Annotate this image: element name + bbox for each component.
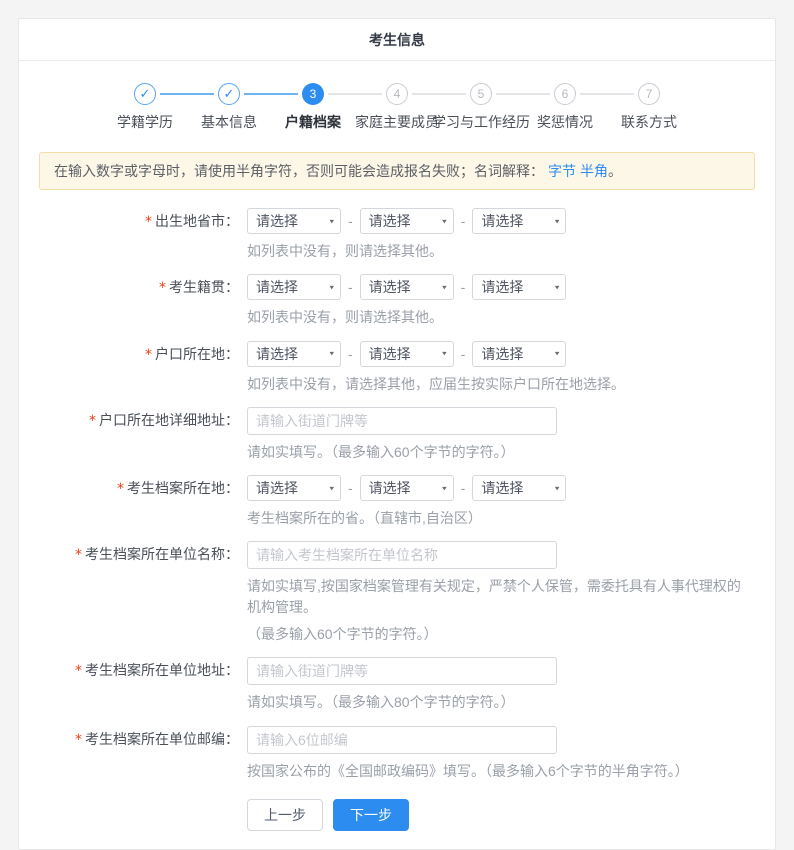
notice-text: 在输入数字或字母时，请使用半角字符，否则可能会造成报名失败；名词解释： [54,163,544,179]
form-row-native-place: *考生籍贯： 请选择▾ - 请选择▾ - 请选择▾ 如列表中没有，则请选择其他。 [19,274,775,327]
hukou-district-select[interactable]: 请选择▾ [472,341,566,367]
next-step-button[interactable]: 下一步 [333,799,409,831]
required-asterisk: * [145,347,152,363]
step-jiangcheng[interactable]: 6 奖惩情况 [523,83,607,132]
form-row-hukou-address: *户口所在地详细地址： 请如实填写。（最多输入60个字节的字符。） [19,407,775,462]
required-asterisk: * [117,481,124,497]
hukou-province-select[interactable]: 请选择▾ [247,341,341,367]
required-asterisk: * [145,214,152,230]
form-row-hukou-location: *户口所在地： 请选择▾ - 请选择▾ - 请选择▾ 如列表中没有，请选择其他，… [19,341,775,394]
native-district-select[interactable]: 请选择▾ [472,274,566,300]
required-asterisk: * [159,280,166,296]
step-jiating-chengyuan[interactable]: 4 家庭主要成员 [355,83,439,132]
chevron-down-icon: ▾ [329,484,334,493]
form-row-archive-location: *考生档案所在地： 请选择▾ - 请选择▾ - 请选择▾ 考生档案所在的省。（直… [19,475,775,528]
chevron-down-icon: ▾ [555,217,560,226]
link-zijie[interactable]: 字节 [548,163,576,179]
field-hint: 如列表中没有，则请选择其他。 [247,307,752,327]
birthplace-city-select[interactable]: 请选择▾ [360,208,454,234]
field-hint: 请如实填写。（最多输入80个字节的字符。） [247,692,752,712]
field-hint: 如列表中没有，请选择其他，应届生按实际户口所在地选择。 [247,374,752,394]
archive-unit-name-input[interactable] [247,541,557,569]
halfwidth-notice-banner: 在输入数字或字母时，请使用半角字符，否则可能会造成报名失败；名词解释：字节半角。 [39,152,755,190]
required-asterisk: * [75,547,82,563]
chevron-down-icon: ▾ [442,484,447,493]
check-icon: ✓ [218,83,240,105]
step-number: 3 [302,83,324,105]
form-row-archive-unit-address: *考生档案所在单位地址： 请如实填写。（最多输入80个字节的字符。） [19,657,775,712]
archive-district-select[interactable]: 请选择▾ [472,475,566,501]
chevron-down-icon: ▾ [442,283,447,292]
native-province-select[interactable]: 请选择▾ [247,274,341,300]
step-xueji-xueli[interactable]: ✓ 学籍学历 [103,83,187,132]
field-label: *考生档案所在单位地址： [19,657,247,712]
page-title: 考生信息 [19,19,775,61]
field-label: *出生地省市： [19,208,247,261]
field-hint: 请如实填写,按国家档案管理有关规定，严禁个人保管，需委托具有人事代理权的机构管理… [247,576,752,617]
archive-city-select[interactable]: 请选择▾ [360,475,454,501]
field-hint: 按国家公布的《全国邮政编码》填写。（最多输入6个字节的半角字符。） [247,761,752,781]
archive-unit-zipcode-input[interactable] [247,726,557,754]
chevron-down-icon: ▾ [329,349,334,358]
chevron-down-icon: ▾ [442,217,447,226]
step-label: 家庭主要成员 [355,112,439,132]
field-label: *户口所在地： [19,341,247,394]
field-label: *考生档案所在单位名称： [19,541,247,644]
step-xuexi-gongzuo[interactable]: 5 学习与工作经历 [439,83,523,132]
prev-step-button[interactable]: 上一步 [247,799,323,831]
wizard-stepper: ✓ 学籍学历 ✓ 基本信息 3 户籍档案 4 家庭主要成员 5 学习与工作经历 … [19,61,775,136]
field-hint: 请如实填写。（最多输入60个字节的字符。） [247,442,752,462]
link-banjiao[interactable]: 半角 [580,163,608,179]
step-label: 基本信息 [201,112,257,132]
field-hint: 考生档案所在的省。（直辖市,自治区） [247,508,752,528]
step-label: 户籍档案 [285,112,341,132]
step-number: 5 [470,83,492,105]
birthplace-district-select[interactable]: 请选择▾ [472,208,566,234]
step-jiben-xinxi[interactable]: ✓ 基本信息 [187,83,271,132]
step-label: 联系方式 [621,112,677,132]
wizard-buttons: 上一步 下一步 [247,799,775,831]
required-asterisk: * [89,413,96,429]
birthplace-province-select[interactable]: 请选择▾ [247,208,341,234]
hukou-city-select[interactable]: 请选择▾ [360,341,454,367]
required-asterisk: * [75,732,82,748]
step-number: 6 [554,83,576,105]
field-hint-line2: （最多输入60个字节的字符。） [247,624,752,644]
chevron-down-icon: ▾ [329,217,334,226]
hukou-address-input[interactable] [247,407,557,435]
step-label: 学籍学历 [117,112,173,132]
step-label: 学习与工作经历 [432,112,530,132]
required-asterisk: * [75,663,82,679]
chevron-down-icon: ▾ [555,283,560,292]
chevron-down-icon: ▾ [329,283,334,292]
chevron-down-icon: ▾ [555,349,560,358]
step-huji-dangan[interactable]: 3 户籍档案 [271,83,355,132]
field-hint: 如列表中没有，则请选择其他。 [247,241,752,261]
field-label: *考生档案所在地： [19,475,247,528]
archive-province-select[interactable]: 请选择▾ [247,475,341,501]
native-city-select[interactable]: 请选择▾ [360,274,454,300]
field-label: *考生档案所在单位邮编： [19,726,247,781]
step-number: 4 [386,83,408,105]
form-row-archive-unit-name: *考生档案所在单位名称： 请如实填写,按国家档案管理有关规定，严禁个人保管，需委… [19,541,775,644]
field-label: *户口所在地详细地址： [19,407,247,462]
archive-unit-address-input[interactable] [247,657,557,685]
step-number: 7 [638,83,660,105]
step-lianxi-fangshi[interactable]: 7 联系方式 [607,83,691,132]
chevron-down-icon: ▾ [555,484,560,493]
check-icon: ✓ [134,83,156,105]
form-row-archive-unit-zipcode: *考生档案所在单位邮编： 按国家公布的《全国邮政编码》填写。（最多输入6个字节的… [19,726,775,781]
chevron-down-icon: ▾ [442,349,447,358]
step-label: 奖惩情况 [537,112,593,132]
field-label: *考生籍贯： [19,274,247,327]
candidate-info-card: 考生信息 ✓ 学籍学历 ✓ 基本信息 3 户籍档案 4 家庭主要成员 5 学习与… [18,18,776,850]
form-row-birthplace: *出生地省市： 请选择▾ - 请选择▾ - 请选择▾ 如列表中没有，则请选择其他… [19,208,775,261]
